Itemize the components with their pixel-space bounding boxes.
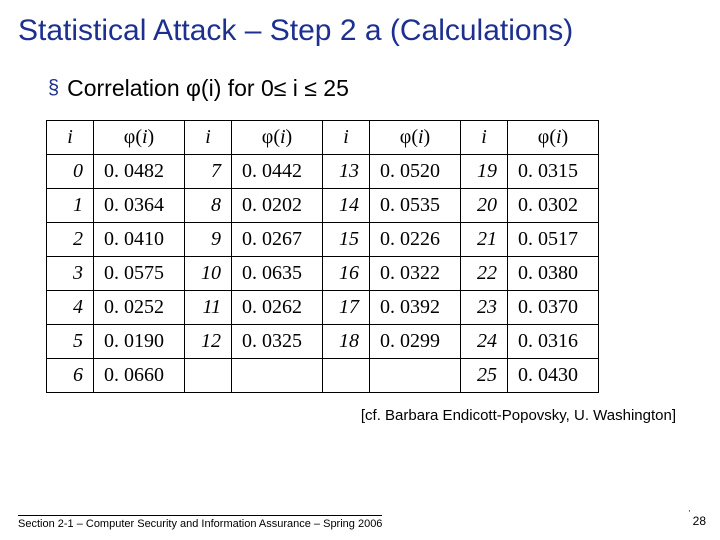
cell-phi: 0. 0520 xyxy=(370,154,461,188)
table-row: 0 0. 0482 7 0. 0442 13 0. 0520 19 0. 031… xyxy=(47,154,599,188)
cell-phi: 0. 0660 xyxy=(94,358,185,392)
cell-phi: 0. 0517 xyxy=(508,222,599,256)
correlation-table: i φ(i) i φ(i) i φ(i) i φ(i) 0 0. 0482 7 … xyxy=(46,120,599,393)
slide-title: Statistical Attack – Step 2 a (Calculati… xyxy=(0,0,720,55)
cell-phi: 0. 0190 xyxy=(94,324,185,358)
table-row: 1 0. 0364 8 0. 0202 14 0. 0535 20 0. 030… xyxy=(47,188,599,222)
cell-i: 19 xyxy=(461,154,508,188)
header-phi-2: φ(i) xyxy=(370,120,461,154)
cell-i: 4 xyxy=(47,290,94,324)
cell-phi: 0. 0325 xyxy=(232,324,323,358)
cell-phi: 0. 0302 xyxy=(508,188,599,222)
cell-phi: 0. 0252 xyxy=(94,290,185,324)
cell-phi: 0. 0316 xyxy=(508,324,599,358)
cell-i: 16 xyxy=(323,256,370,290)
cell-phi: 0. 0299 xyxy=(370,324,461,358)
table-row: 6 0. 0660 25 0. 0430 xyxy=(47,358,599,392)
cell-empty xyxy=(185,358,232,392)
slide: Statistical Attack – Step 2 a (Calculati… xyxy=(0,0,720,540)
cell-phi: 0. 0226 xyxy=(370,222,461,256)
cell-phi: 0. 0635 xyxy=(232,256,323,290)
table-row: 3 0. 0575 10 0. 0635 16 0. 0322 22 0. 03… xyxy=(47,256,599,290)
cell-i: 2 xyxy=(47,222,94,256)
cell-phi: 0. 0267 xyxy=(232,222,323,256)
cell-phi: 0. 0364 xyxy=(94,188,185,222)
cell-phi: 0. 0482 xyxy=(94,154,185,188)
cell-i: 24 xyxy=(461,324,508,358)
cell-i: 1 xyxy=(47,188,94,222)
cell-i: 10 xyxy=(185,256,232,290)
cell-phi: 0. 0370 xyxy=(508,290,599,324)
cell-phi: 0. 0202 xyxy=(232,188,323,222)
cell-i: 12 xyxy=(185,324,232,358)
cell-phi: 0. 0322 xyxy=(370,256,461,290)
cell-i: 15 xyxy=(323,222,370,256)
cell-i: 21 xyxy=(461,222,508,256)
footer-tick: ' xyxy=(688,509,690,518)
cell-i: 18 xyxy=(323,324,370,358)
cell-i: 6 xyxy=(47,358,94,392)
cell-i: 23 xyxy=(461,290,508,324)
header-phi-1: φ(i) xyxy=(232,120,323,154)
header-i-2: i xyxy=(323,120,370,154)
cell-empty xyxy=(323,358,370,392)
subtitle-phi: φ(i) xyxy=(186,75,221,101)
header-phi-0: φ(i) xyxy=(94,120,185,154)
cell-phi: 0. 0392 xyxy=(370,290,461,324)
cell-phi: 0. 0442 xyxy=(232,154,323,188)
cell-phi: 0. 0380 xyxy=(508,256,599,290)
cell-i: 3 xyxy=(47,256,94,290)
cell-phi: 0. 0430 xyxy=(508,358,599,392)
cell-i: 0 xyxy=(47,154,94,188)
cell-i: 20 xyxy=(461,188,508,222)
bullet-icon: § xyxy=(48,77,59,100)
header-phi-3: φ(i) xyxy=(508,120,599,154)
subtitle-text-prefix: Correlation xyxy=(67,75,186,101)
cell-i: 13 xyxy=(323,154,370,188)
cell-i: 9 xyxy=(185,222,232,256)
table-header-row: i φ(i) i φ(i) i φ(i) i φ(i) xyxy=(47,120,599,154)
cell-i: 7 xyxy=(185,154,232,188)
table-row: 2 0. 0410 9 0. 0267 15 0. 0226 21 0. 051… xyxy=(47,222,599,256)
cell-i: 25 xyxy=(461,358,508,392)
header-i-3: i xyxy=(461,120,508,154)
credit-line: [cf. Barbara Endicott-Popovsky, U. Washi… xyxy=(0,393,720,424)
cell-phi: 0. 0575 xyxy=(94,256,185,290)
cell-i: 5 xyxy=(47,324,94,358)
slide-subtitle: § Correlation φ(i) for 0≤ i ≤ 25 xyxy=(0,55,720,120)
cell-i: 8 xyxy=(185,188,232,222)
cell-i: 11 xyxy=(185,290,232,324)
header-i-1: i xyxy=(185,120,232,154)
cell-i: 17 xyxy=(323,290,370,324)
page-number: 28 xyxy=(693,514,706,528)
footer-text: Section 2-1 – Computer Security and Info… xyxy=(18,515,382,530)
cell-empty xyxy=(232,358,323,392)
subtitle-text-suffix: for 0≤ i ≤ 25 xyxy=(221,75,349,101)
cell-phi: 0. 0535 xyxy=(370,188,461,222)
cell-empty xyxy=(370,358,461,392)
cell-i: 22 xyxy=(461,256,508,290)
cell-phi: 0. 0262 xyxy=(232,290,323,324)
correlation-table-wrap: i φ(i) i φ(i) i φ(i) i φ(i) 0 0. 0482 7 … xyxy=(0,120,720,393)
header-i-0: i xyxy=(47,120,94,154)
cell-phi: 0. 0410 xyxy=(94,222,185,256)
cell-i: 14 xyxy=(323,188,370,222)
table-row: 4 0. 0252 11 0. 0262 17 0. 0392 23 0. 03… xyxy=(47,290,599,324)
table-row: 5 0. 0190 12 0. 0325 18 0. 0299 24 0. 03… xyxy=(47,324,599,358)
cell-phi: 0. 0315 xyxy=(508,154,599,188)
